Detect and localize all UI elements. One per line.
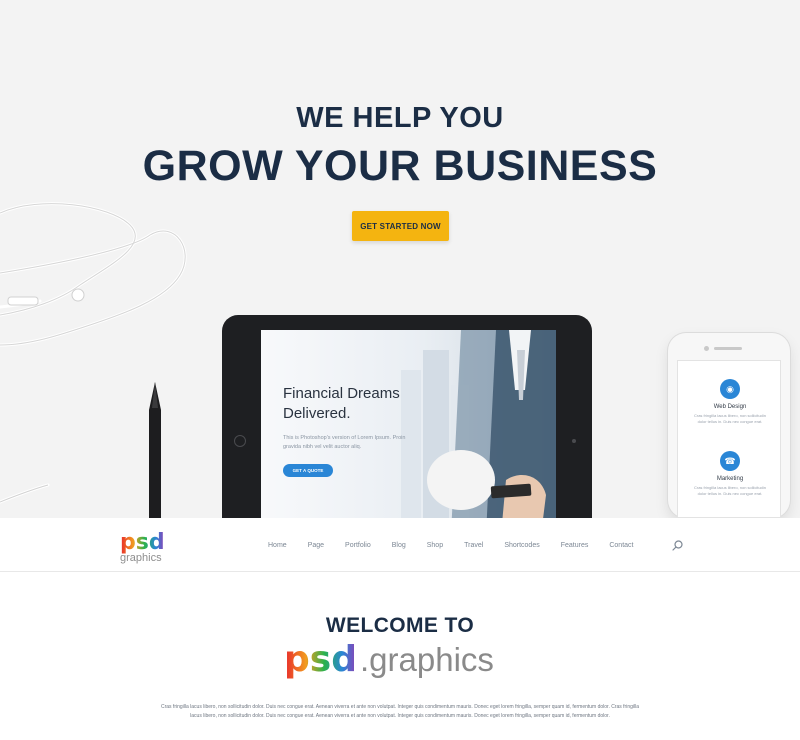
earphones-image: [0, 202, 187, 347]
cable-image: [0, 483, 50, 504]
nav-item-home[interactable]: Home: [268, 542, 287, 549]
svg-text:graphics: graphics: [120, 552, 162, 564]
feature-title: Web Design: [713, 404, 747, 410]
psd-graphics-logo-large: psd .graphics: [284, 639, 494, 680]
nav-item-travel[interactable]: Travel: [464, 542, 483, 549]
slide-text: This is Photoshop's version of Lorem Ips…: [283, 435, 406, 450]
stylus-pen-image: [149, 382, 161, 518]
welcome-paragraph: Cras fringilla lacus libero, non sollici…: [160, 704, 640, 719]
feature-marketing: ☎ Marketing Cras fringilla lacus libero,…: [678, 451, 782, 497]
svg-text:psd: psd: [284, 639, 357, 680]
hero-heading: GROW YOUR BUSINESS: [142, 142, 658, 190]
monitor-icon: ◉: [720, 379, 740, 399]
get-started-button[interactable]: GET STARTED NOW: [352, 211, 449, 241]
nav-item-page[interactable]: Page: [308, 542, 324, 549]
nav-item-portfolio[interactable]: Portfolio: [345, 542, 371, 549]
nav-item-shortcodes[interactable]: Shortcodes: [504, 542, 539, 549]
svg-text:.graphics: .graphics: [360, 641, 494, 678]
search-icon[interactable]: [672, 540, 683, 551]
tablet-camera: [572, 439, 576, 443]
get-a-quote-button[interactable]: GET A QUOTE: [283, 464, 333, 477]
nav-item-blog[interactable]: Blog: [392, 542, 406, 549]
businessman-image: [401, 330, 556, 518]
phone-speaker: [714, 347, 742, 350]
nav-item-shop[interactable]: Shop: [427, 542, 443, 549]
phone-camera: [704, 346, 709, 351]
feature-web-design: ◉ Web Design Cras fringilla lacus libero…: [678, 379, 782, 425]
hero-section: WE HELP YOU GROW YOUR BUSINESS GET START…: [0, 0, 800, 518]
psd-graphics-logo[interactable]: psd graphics: [118, 527, 178, 565]
slide-title: Financial Dreams Delivered.: [283, 385, 400, 422]
main-navbar: psd graphics Home Page Portfolio Blog Sh…: [0, 518, 800, 572]
nav-menu: Home Page Portfolio Blog Shop Travel Sho…: [268, 518, 633, 572]
phone-mockup: ◉ Web Design Cras fringilla lacus libero…: [668, 333, 790, 518]
tablet-mockup: Financial Dreams Delivered. This is Phot…: [222, 315, 592, 518]
nav-item-contact[interactable]: Contact: [609, 542, 633, 549]
tablet-home-button: [234, 435, 246, 447]
tablet-screen: Financial Dreams Delivered. This is Phot…: [261, 330, 556, 518]
hero-subheading: WE HELP YOU: [296, 102, 504, 134]
phone-screen: ◉ Web Design Cras fringilla lacus libero…: [677, 360, 781, 518]
feature-title: Marketing: [716, 476, 744, 482]
headset-icon: ☎: [720, 451, 740, 471]
feature-text: Cras fringilla lacus libero, non sollici…: [693, 485, 767, 496]
feature-text: Cras fringilla lacus libero, non sollici…: [693, 413, 767, 424]
nav-item-features[interactable]: Features: [561, 542, 589, 549]
welcome-title: WELCOME TO: [325, 614, 475, 637]
